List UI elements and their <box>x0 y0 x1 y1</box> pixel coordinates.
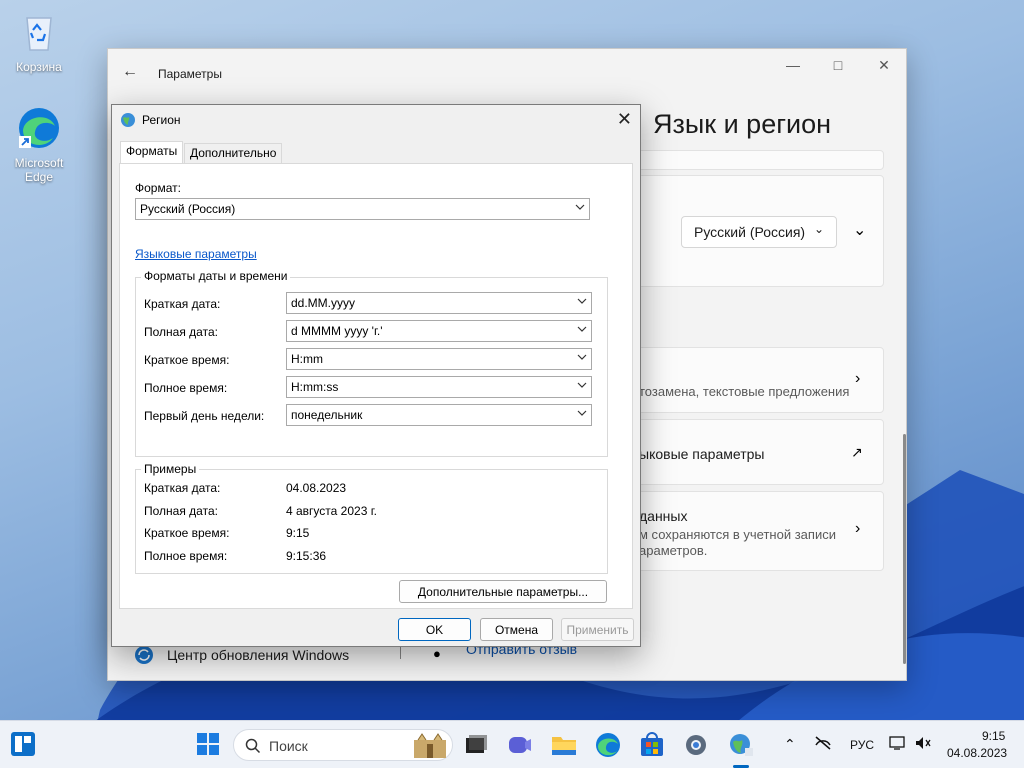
example-long-time-value: 9:15:36 <box>286 549 327 563</box>
edge-taskbar-icon[interactable] <box>594 731 622 759</box>
settings-title: Параметры <box>158 67 222 81</box>
example-short-time-value: 9:15 <box>286 526 310 540</box>
chevron-down-icon <box>575 204 585 210</box>
format-dropdown[interactable]: Русский (Россия) <box>135 198 590 220</box>
example-short-date-value: 04.08.2023 <box>286 481 347 495</box>
windows-update-icon <box>134 645 154 665</box>
edge-icon <box>15 104 63 152</box>
file-explorer-icon[interactable] <box>550 731 578 759</box>
typing-card-sub: тозамена, текстовые предложения <box>639 384 850 399</box>
chevron-down-icon <box>577 326 587 332</box>
maximize-icon[interactable]: □ <box>816 57 860 77</box>
taskbar: Поиск ⌃ РУС 9:15 04.08.2023 <box>0 720 1024 768</box>
search-box[interactable]: Поиск <box>233 729 453 761</box>
display-icon[interactable] <box>889 735 907 754</box>
short-time-dropdown[interactable]: H:mm <box>286 348 592 370</box>
chevron-down-icon <box>577 354 587 360</box>
network-icon[interactable] <box>814 735 832 754</box>
chevron-down-icon <box>577 298 587 304</box>
example-short-time-label: Краткое время: <box>144 526 230 540</box>
back-arrow-icon[interactable]: ← <box>122 63 138 81</box>
settings-gear-icon[interactable] <box>682 731 710 759</box>
first-day-label: Первый день недели: <box>144 409 265 423</box>
language-settings-label: ыковые параметры <box>639 446 765 462</box>
recycle-bin-icon <box>15 8 63 56</box>
example-long-date-label: Полная дата: <box>144 504 218 518</box>
short-date-label: Краткая дата: <box>144 297 221 311</box>
task-view-icon[interactable] <box>462 731 490 759</box>
chevron-down-icon <box>577 410 587 416</box>
long-date-dropdown[interactable]: d MMMM yyyy 'г.' <box>286 320 592 342</box>
language-indicator[interactable]: РУС <box>850 738 874 752</box>
chevron-right-icon: › <box>855 520 861 537</box>
chat-icon[interactable] <box>506 731 534 759</box>
chevron-down-icon: ⌄ <box>813 222 824 236</box>
tab-formats[interactable]: Форматы <box>120 141 184 164</box>
long-date-label: Полная дата: <box>144 325 218 339</box>
clock-date[interactable]: 04.08.2023 <box>947 746 1007 760</box>
short-date-value: dd.MM.yyyy <box>291 296 356 310</box>
store-icon[interactable] <box>638 731 666 759</box>
first-day-value: понедельник <box>291 408 363 422</box>
long-time-label: Полное время: <box>144 381 228 395</box>
chevron-up-icon[interactable]: ⌃ <box>784 736 796 753</box>
datetime-group-title: Форматы даты и времени <box>141 269 291 283</box>
search-icon <box>245 738 261 754</box>
advanced-settings-button[interactable]: Дополнительные параметры... <box>399 580 607 603</box>
recycle-bin-label: Корзина <box>16 60 62 74</box>
short-date-dropdown[interactable]: dd.MM.yyyy <box>286 292 592 314</box>
edge-shortcut[interactable]: Microsoft Edge <box>4 104 74 184</box>
data-card-title: данных <box>639 508 688 524</box>
external-link-icon: ↗ <box>851 444 863 460</box>
formats-panel: Формат: Русский (Россия) Языковые параме… <box>119 163 633 609</box>
format-value: Русский (Россия) <box>140 202 236 216</box>
close-icon[interactable]: ✕ <box>862 57 906 77</box>
example-long-time-label: Полное время: <box>144 549 228 563</box>
ok-button[interactable]: OK <box>398 618 471 641</box>
volume-muted-icon[interactable] <box>914 735 932 754</box>
chevron-down-icon <box>577 382 587 388</box>
page-title: Язык и регион <box>653 109 832 139</box>
region-dialog: Регион ✕ Форматы Дополнительно Формат: Р… <box>111 104 641 647</box>
widgets-icon[interactable] <box>10 731 36 757</box>
region-dropdown[interactable]: Русский (Россия) ⌄ <box>681 216 837 248</box>
first-day-dropdown[interactable]: понедельник <box>286 404 592 426</box>
feedback-icon: ● <box>433 646 441 661</box>
short-time-value: H:mm <box>291 352 323 366</box>
close-icon[interactable]: ✕ <box>617 109 632 130</box>
minimize-icon[interactable]: — <box>771 57 815 77</box>
divider <box>400 645 401 659</box>
search-highlight-icon <box>414 733 446 758</box>
scrollbar[interactable] <box>903 434 906 664</box>
apply-button[interactable]: Применить <box>561 618 634 641</box>
long-date-value: d MMMM yyyy 'г.' <box>291 324 383 338</box>
example-long-date-value: 4 августа 2023 г. <box>286 504 377 518</box>
data-card-sub1: м сохраняются в учетной записи <box>639 527 836 542</box>
examples-group-title: Примеры <box>141 462 200 476</box>
recycle-bin-shortcut[interactable]: Корзина <box>4 8 74 74</box>
region-dropdown-value: Русский (Россия) <box>694 224 806 240</box>
dialog-title: Регион <box>142 113 181 127</box>
clock-time[interactable]: 9:15 <box>982 729 1005 743</box>
expand-chevron-icon[interactable]: ⌄ <box>853 220 866 240</box>
format-label: Формат: <box>135 181 181 195</box>
chevron-right-icon: › <box>855 370 861 387</box>
cancel-button[interactable]: Отмена <box>480 618 553 641</box>
search-placeholder: Поиск <box>269 738 308 754</box>
edge-label: Microsoft Edge <box>14 156 64 184</box>
example-short-date-label: Краткая дата: <box>144 481 221 495</box>
short-time-label: Краткое время: <box>144 353 230 367</box>
tab-advanced[interactable]: Дополнительно <box>184 143 283 163</box>
long-time-dropdown[interactable]: H:mm:ss <box>286 376 592 398</box>
globe-icon <box>120 112 136 128</box>
language-settings-link[interactable]: Языковые параметры <box>135 247 257 261</box>
long-time-value: H:mm:ss <box>291 380 339 394</box>
region-taskbar-icon[interactable] <box>727 731 755 759</box>
data-card-sub2: араметров. <box>639 543 708 558</box>
nav-windows-update[interactable]: Центр обновления Windows <box>167 647 349 663</box>
start-icon[interactable] <box>195 731 223 759</box>
